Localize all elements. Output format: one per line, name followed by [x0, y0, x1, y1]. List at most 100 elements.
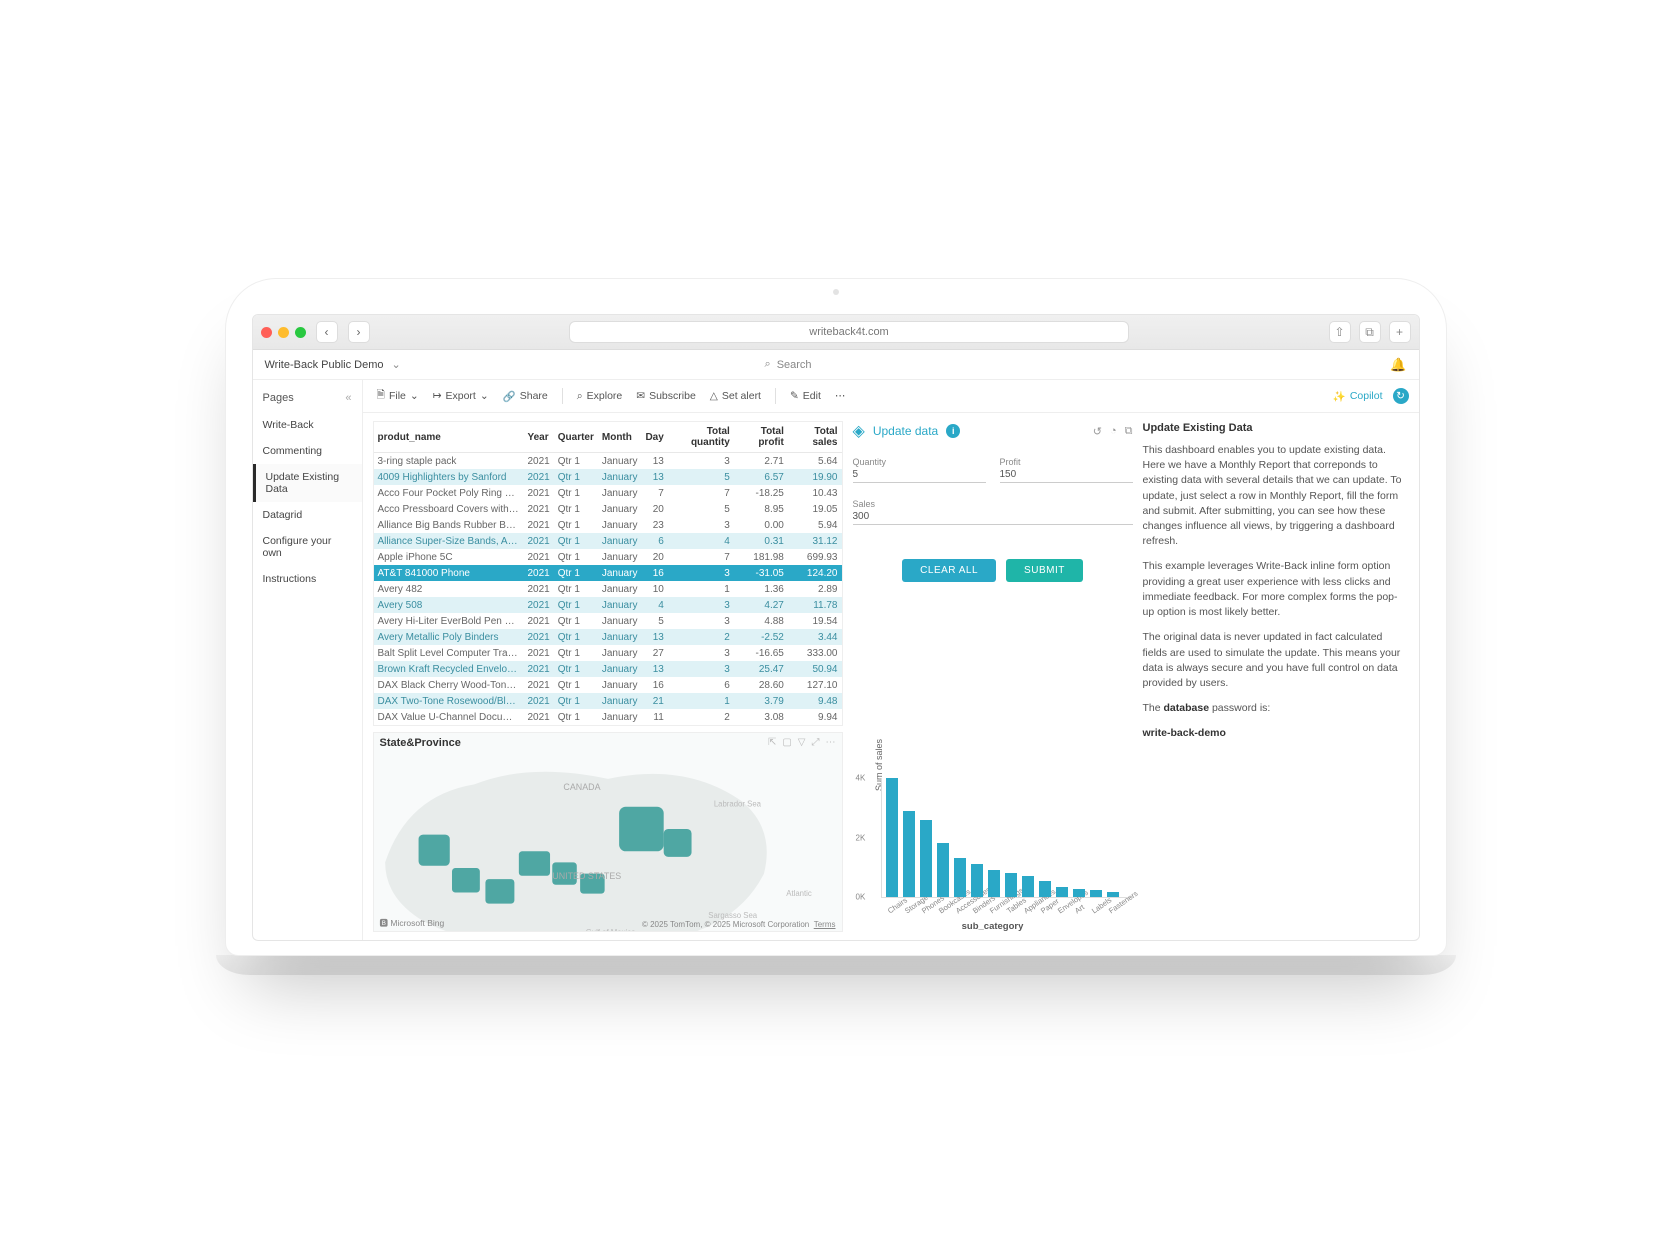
chart-bar[interactable] — [1107, 892, 1119, 897]
profit-input[interactable] — [1000, 467, 1133, 483]
quantity-input[interactable] — [853, 467, 986, 483]
subscribe-button[interactable]: ✉ Subscribe — [632, 388, 700, 404]
table-row[interactable]: DAX Value U-Channel Docume...2021Qtr 1Ja… — [374, 709, 842, 725]
expand-icon[interactable]: ⤢ — [812, 737, 820, 748]
chart-bar[interactable] — [1022, 876, 1034, 897]
chart-bar[interactable] — [920, 820, 932, 897]
table-header[interactable]: Total quantity — [668, 422, 734, 453]
url-bar[interactable]: writeback4t.com — [569, 321, 1129, 343]
map-label-us: UNITED STATES — [552, 871, 621, 881]
map-visual[interactable]: State&Province ⇱ ▢ ▽ ⤢ ⋯ — [373, 732, 843, 932]
chart-bar[interactable] — [1073, 889, 1085, 897]
map-attr-left: 🅱 Microsoft Bing — [380, 917, 445, 929]
table-row[interactable]: Alliance Super-Size Bands, Asso...2021Qt… — [374, 533, 842, 549]
quantity-label: Quantity — [853, 457, 986, 467]
search-icon: ⌕ — [765, 358, 771, 371]
chart-bar[interactable] — [886, 778, 898, 897]
drill-up-icon[interactable]: ⇱ — [768, 737, 776, 748]
table-row[interactable]: Acco Pressboard Covers with St...2021Qtr… — [374, 501, 842, 517]
sales-input[interactable] — [853, 509, 1133, 525]
explore-button[interactable]: ⌕ Explore — [573, 388, 627, 405]
tabs-icon[interactable]: ⧉ — [1359, 321, 1381, 343]
svg-text:Sargasso Sea: Sargasso Sea — [708, 911, 758, 920]
edit-button[interactable]: ✎ Edit — [786, 388, 825, 404]
filter-icon[interactable]: ▽ — [798, 737, 806, 748]
sidebar-item[interactable]: Update Existing Data — [253, 464, 362, 502]
table-row[interactable]: AT&T 841000 Phone2021Qtr 1January163-31.… — [374, 565, 842, 581]
table-header[interactable]: Total profit — [734, 422, 788, 453]
more-icon[interactable]: ⋯ — [826, 737, 836, 748]
table-row[interactable]: Avery 4822021Qtr 1January1011.362.89 — [374, 581, 842, 597]
file-menu[interactable]: 🗎 File ⌄ — [373, 385, 423, 407]
table-row[interactable]: 3-ring staple pack2021Qtr 1January1332.7… — [374, 453, 842, 470]
info-panel: Update Existing Data This dashboard enab… — [1143, 421, 1409, 932]
chart-bar[interactable] — [1090, 890, 1102, 897]
notifications-icon[interactable]: 🔔 — [1390, 357, 1406, 373]
focus-icon[interactable]: ▢ — [782, 737, 791, 748]
chart-bar[interactable] — [954, 858, 966, 897]
info-p4: The database password is: — [1143, 701, 1409, 716]
sidebar-item[interactable]: Instructions — [253, 566, 362, 592]
clear-all-button[interactable]: CLEAR ALL — [902, 559, 996, 582]
share-icon[interactable]: ⇧ — [1329, 321, 1351, 343]
history-icon[interactable]: ↺ — [1093, 425, 1102, 438]
more-menu[interactable]: ⋯ — [831, 388, 850, 404]
set-alert-button[interactable]: △ Set alert — [706, 388, 765, 404]
table-row[interactable]: Avery 5082021Qtr 1January434.2711.78 — [374, 597, 842, 613]
submit-button[interactable]: SUBMIT — [1006, 559, 1083, 582]
info-icon[interactable]: i — [946, 424, 960, 438]
sidebar-item[interactable]: Configure your own — [253, 528, 362, 566]
copilot-button[interactable]: ✨ Copilot — [1329, 388, 1387, 405]
table-row[interactable]: Brown Kraft Recycled Envelopes2021Qtr 1J… — [374, 661, 842, 677]
table-header[interactable]: Quarter — [554, 422, 598, 453]
back-button[interactable]: ‹ — [316, 321, 338, 343]
table-header[interactable]: Month — [598, 422, 642, 453]
bar-chart[interactable]: Sum of sales 0K2K4KChairsStoragePhonesBo… — [853, 598, 1133, 932]
info-p1: This dashboard enables you to update exi… — [1143, 443, 1409, 550]
chart-bar[interactable] — [988, 870, 1000, 897]
table-header[interactable]: Year — [524, 422, 554, 453]
search-input[interactable]: ⌕ Search — [756, 354, 1036, 375]
chart-bar[interactable] — [971, 864, 983, 897]
info-p3: The original data is never updated in fa… — [1143, 630, 1409, 691]
table-row[interactable]: Acco Four Pocket Poly Ring Bin...2021Qtr… — [374, 485, 842, 501]
search-placeholder: Search — [777, 359, 812, 371]
export-menu[interactable]: ↦ Export ⌄ — [429, 388, 493, 404]
monthly-report-table[interactable]: produt_nameYearQuarterMonthDayTotal quan… — [373, 421, 843, 726]
share-button[interactable]: 🔗 Share — [499, 388, 552, 405]
svg-text:Labrador Sea: Labrador Sea — [713, 800, 761, 809]
table-row[interactable]: DAX Two-Tone Rosewood/Black...2021Qtr 1J… — [374, 693, 842, 709]
chart-bar[interactable] — [903, 811, 915, 897]
new-tab-icon[interactable]: + — [1389, 321, 1411, 343]
table-header[interactable]: Total sales — [788, 422, 842, 453]
clock-icon[interactable]: ◔ — [1110, 425, 1117, 437]
chart-bar[interactable] — [1039, 881, 1051, 897]
chart-bar[interactable] — [1005, 873, 1017, 897]
sidebar-item[interactable]: Write-Back — [253, 412, 362, 438]
refresh-icon[interactable]: ↻ — [1393, 388, 1409, 404]
chevron-down-icon[interactable]: ⌄ — [392, 358, 401, 371]
table-row[interactable]: 4009 Highlighters by Sanford2021Qtr 1Jan… — [374, 469, 842, 485]
table-header[interactable]: Day — [641, 422, 667, 453]
chart-xlabel: sub_category — [853, 921, 1133, 932]
popout-icon[interactable]: ⧉ — [1125, 425, 1133, 438]
table-row[interactable]: Avery Metallic Poly Binders2021Qtr 1Janu… — [374, 629, 842, 645]
table-row[interactable]: Alliance Big Bands Rubber Band...2021Qtr… — [374, 517, 842, 533]
writeback-title: Update data — [873, 424, 938, 438]
chart-bar[interactable] — [937, 843, 949, 897]
info-password: write-back-demo — [1143, 727, 1226, 739]
sidebar-item[interactable]: Datagrid — [253, 502, 362, 528]
chart-bar[interactable] — [1056, 887, 1068, 897]
table-row[interactable]: Balt Split Level Computer Traini...2021Q… — [374, 645, 842, 661]
forward-button[interactable]: › — [348, 321, 370, 343]
table-header[interactable]: produt_name — [374, 422, 524, 453]
sidebar-item[interactable]: Commenting — [253, 438, 362, 464]
writeback-logo-icon: ◈ — [853, 421, 865, 441]
sidebar-title: Pages — [263, 392, 294, 404]
collapse-icon[interactable]: « — [345, 392, 351, 404]
traffic-lights[interactable] — [261, 327, 306, 338]
table-row[interactable]: Apple iPhone 5C2021Qtr 1January207181.98… — [374, 549, 842, 565]
table-row[interactable]: Avery Hi-Liter EverBold Pen Styl...2021Q… — [374, 613, 842, 629]
table-row[interactable]: DAX Black Cherry Wood-Tone P...2021Qtr 1… — [374, 677, 842, 693]
workspace-name[interactable]: Write-Back Public Demo — [265, 359, 384, 371]
